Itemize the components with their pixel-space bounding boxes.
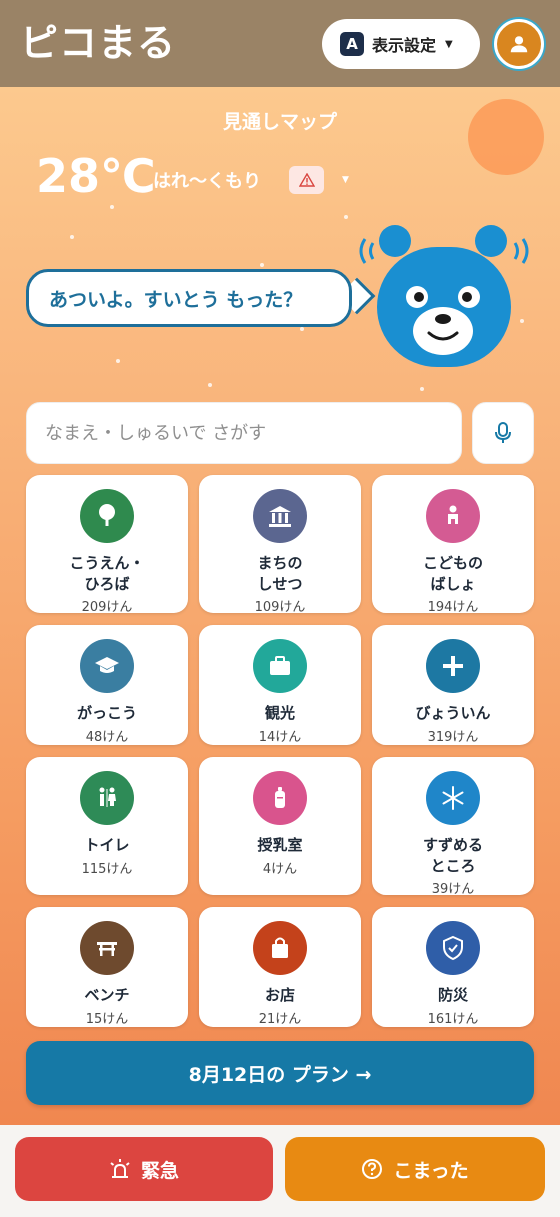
category-name: 防災 <box>437 986 468 1004</box>
help-button[interactable]: こまった <box>285 1137 545 1201</box>
shopping-bag-icon <box>253 921 307 975</box>
category-card-facilities[interactable]: まちの しせつ 109けん <box>199 475 361 615</box>
category-name: 授乳室 <box>257 836 303 854</box>
category-card-parks[interactable]: こうえん・ ひろば 209けん <box>26 475 188 615</box>
category-name: こどもの ばしょ <box>422 554 483 593</box>
category-name: まちの しせつ <box>257 554 303 593</box>
category-count: 15けん <box>85 1012 129 1027</box>
plan-button[interactable]: 8月12日の プラン → <box>26 1041 534 1105</box>
category-count: 109けん <box>254 600 306 615</box>
restroom-icon <box>80 771 134 825</box>
star-decoration <box>70 235 74 239</box>
category-name: お店 <box>264 986 295 1004</box>
voice-search-button[interactable] <box>472 402 534 464</box>
user-icon <box>510 36 528 53</box>
star-decoration <box>110 205 114 209</box>
siren-icon <box>109 1159 131 1179</box>
category-count: 209けん <box>81 600 133 615</box>
category-card-cooling-spots[interactable]: すずめる ところ 39けん <box>372 757 534 897</box>
category-card-toilets[interactable]: トイレ 115けん <box>26 757 188 895</box>
app-logo: ピコまる <box>20 21 177 65</box>
shield-check-icon <box>426 921 480 975</box>
search-box[interactable] <box>26 402 462 464</box>
mascot-speech-bubble: あついよ。すいとう もった？ <box>26 269 352 327</box>
bear-mascot-icon[interactable] <box>355 219 535 379</box>
star-decoration <box>344 215 348 219</box>
help-label: こまった <box>393 1159 469 1182</box>
app-header: ピコまる A 表示設定 ▼ <box>0 0 560 87</box>
star-decoration <box>300 327 304 331</box>
bench-icon <box>80 921 134 975</box>
category-name: 観光 <box>264 704 295 722</box>
temperature: 28℃ <box>36 149 156 203</box>
chevron-down-icon: ▼ <box>445 38 453 50</box>
child-icon <box>426 489 480 543</box>
category-count: 319けん <box>427 730 479 745</box>
chevron-down-icon[interactable]: ▼ <box>342 175 349 185</box>
bottom-action-bar: 緊急 こまった <box>0 1125 560 1217</box>
star-decoration <box>208 383 212 387</box>
star-decoration <box>260 263 264 267</box>
category-name: こうえん・ ひろば <box>69 554 145 593</box>
category-name: びょういん <box>415 704 491 722</box>
weather-text: はれ〜くもり <box>153 171 261 192</box>
display-settings-button[interactable]: A 表示設定 ▼ <box>322 19 480 69</box>
category-count: 48けん <box>85 730 129 745</box>
hero-area: 見通しマップ 28℃ はれ〜くもり ▼ あついよ。すいとう もった？ こうえ <box>0 87 560 1125</box>
weather-warning-button[interactable] <box>289 166 324 194</box>
category-count: 115けん <box>81 862 133 877</box>
plan-button-label: 8月12日の プラン → <box>188 1063 372 1086</box>
display-settings-label: 表示設定 <box>372 36 437 55</box>
category-card-nursing-room[interactable]: 授乳室 4けん <box>199 757 361 895</box>
question-circle-icon <box>361 1158 383 1180</box>
category-card-sightseeing[interactable]: 観光 14けん <box>199 625 361 745</box>
suitcase-icon <box>253 639 307 693</box>
speech-text: あついよ。すいとう もった？ <box>49 288 303 311</box>
font-size-badge: A <box>340 32 364 56</box>
plus-icon <box>426 639 480 693</box>
microphone-icon <box>495 422 511 443</box>
emergency-label: 緊急 <box>140 1159 179 1182</box>
star-decoration <box>420 387 424 391</box>
category-card-kids[interactable]: こどもの ばしょ 194けん <box>372 475 534 615</box>
building-icon <box>253 489 307 543</box>
alert-triangle-icon <box>298 173 315 187</box>
category-count: 21けん <box>258 1012 302 1027</box>
category-count: 39けん <box>431 882 475 897</box>
user-avatar-button[interactable] <box>494 19 544 69</box>
category-count: 4けん <box>262 862 298 877</box>
category-count: 161けん <box>427 1012 479 1027</box>
category-card-hospitals[interactable]: びょういん 319けん <box>372 625 534 745</box>
map-title: 見通しマップ <box>222 111 337 133</box>
search-input[interactable] <box>45 422 445 444</box>
category-card-disaster-prevention[interactable]: 防災 161けん <box>372 907 534 1027</box>
category-card-schools[interactable]: がっこう 48けん <box>26 625 188 745</box>
star-decoration <box>116 359 120 363</box>
snowflake-icon <box>426 771 480 825</box>
category-name: トイレ <box>84 836 130 854</box>
baby-bottle-icon <box>253 771 307 825</box>
category-card-shops[interactable]: お店 21けん <box>199 907 361 1027</box>
category-count: 194けん <box>427 600 479 615</box>
category-count: 14けん <box>258 730 302 745</box>
graduation-cap-icon <box>80 639 134 693</box>
category-name: ベンチ <box>84 986 130 1004</box>
tree-icon <box>80 489 134 543</box>
category-card-benches[interactable]: ベンチ 15けん <box>26 907 188 1027</box>
category-name: すずめる ところ <box>422 836 483 875</box>
category-name: がっこう <box>76 704 137 722</box>
emergency-button[interactable]: 緊急 <box>15 1137 273 1201</box>
